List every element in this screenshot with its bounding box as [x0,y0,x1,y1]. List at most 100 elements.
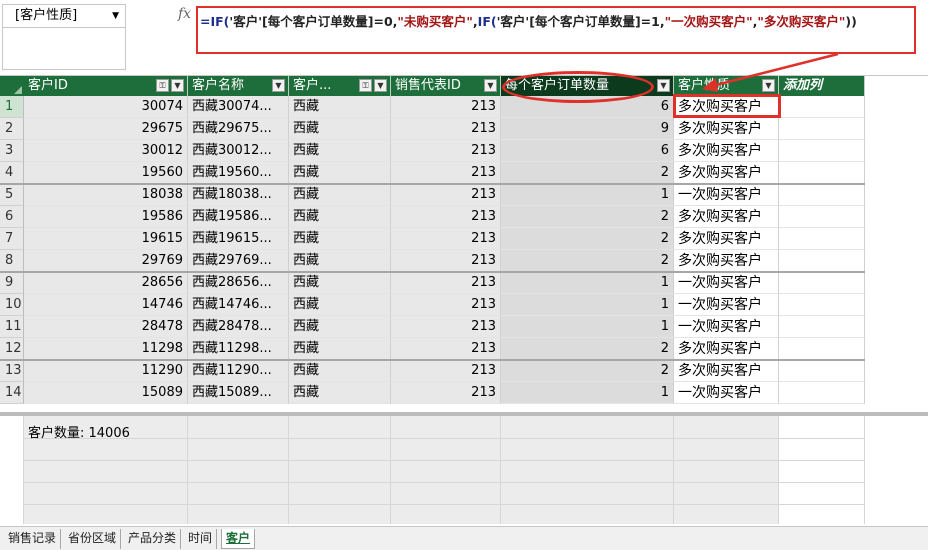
cell-customer-name[interactable]: 西藏29675... [188,118,289,140]
cell-sales-rep-id[interactable]: 213 [391,360,501,382]
cell-sales-rep-id[interactable]: 213 [391,382,501,404]
cell-sales-rep-id[interactable]: 213 [391,184,501,206]
cell-add-column[interactable] [779,140,865,162]
filter-dropdown-icon[interactable]: ▼ [762,79,775,92]
cell-customer-id[interactable]: 15089 [24,382,188,404]
cell-add-column[interactable] [779,272,865,294]
sheet-tab-product-categories[interactable]: 产品分类 [124,529,182,549]
cell-add-column[interactable] [779,360,865,382]
column-header-customer-name[interactable]: 客户名称 ▼ [188,76,289,96]
cell-add-column[interactable] [779,294,865,316]
cell-add-column[interactable] [779,382,865,404]
name-box[interactable]: [客户性质] ▼ [2,4,126,28]
cell-add-column[interactable] [779,316,865,338]
cell-add-column[interactable] [779,162,865,184]
cell-order-count[interactable]: 2 [501,360,674,382]
cell-customer-region[interactable]: 西藏 [289,96,391,118]
cell-customer-region[interactable]: 西藏 [289,228,391,250]
cell-add-column[interactable] [779,338,865,360]
measure-cell-sales-rep-id[interactable] [391,416,501,524]
column-header-customer-region[interactable]: 客户... ▼ ⚿ [289,76,391,96]
filter-dropdown-icon[interactable]: ▼ [171,79,184,92]
row-number[interactable]: 4 [0,162,24,184]
cell-customer-region[interactable]: 西藏 [289,272,391,294]
cell-customer-type[interactable]: 多次购买客户 [674,162,779,184]
filter-dropdown-icon[interactable]: ▼ [272,79,285,92]
cell-order-count[interactable]: 2 [501,338,674,360]
sheet-tab-time[interactable]: 时间 [184,529,218,549]
column-header-add-column[interactable]: 添加列 [779,76,865,96]
cell-sales-rep-id[interactable]: 213 [391,250,501,272]
cell-customer-type[interactable]: 一次购买客户 [674,272,779,294]
cell-sales-rep-id[interactable]: 213 [391,96,501,118]
cell-customer-type[interactable]: 一次购买客户 [674,294,779,316]
cell-customer-type[interactable]: 多次购买客户 [674,228,779,250]
measure-cell-customer-region[interactable] [289,416,391,524]
row-number[interactable]: 13 [0,360,24,382]
cell-sales-rep-id[interactable]: 213 [391,338,501,360]
measure-cell-order-count[interactable] [501,416,674,524]
cell-add-column[interactable] [779,118,865,140]
cell-sales-rep-id[interactable]: 213 [391,206,501,228]
measure-cell-add-column[interactable] [779,416,865,524]
cell-customer-id[interactable]: 11290 [24,360,188,382]
cell-customer-id[interactable]: 28478 [24,316,188,338]
row-number[interactable]: 12 [0,338,24,360]
cell-customer-region[interactable]: 西藏 [289,316,391,338]
cell-sales-rep-id[interactable]: 213 [391,162,501,184]
column-header-customer-id[interactable]: 客户ID ▼ ⚿ [24,76,188,96]
cell-customer-id[interactable]: 29675 [24,118,188,140]
cell-customer-name[interactable]: 西藏14746... [188,294,289,316]
sheet-tab-sales-records[interactable]: 销售记录 [4,529,62,549]
row-number[interactable]: 10 [0,294,24,316]
cell-customer-id[interactable]: 14746 [24,294,188,316]
cell-add-column[interactable] [779,184,865,206]
row-number[interactable]: 9 [0,272,24,294]
cell-customer-id[interactable]: 29769 [24,250,188,272]
cell-customer-name[interactable]: 西藏30012... [188,140,289,162]
cell-customer-name[interactable]: 西藏11298... [188,338,289,360]
sheet-tab-province-regions[interactable]: 省份区域 [64,529,122,549]
cell-customer-region[interactable]: 西藏 [289,382,391,404]
cell-order-count[interactable]: 1 [501,272,674,294]
cell-customer-type[interactable]: 一次购买客户 [674,316,779,338]
select-all-corner[interactable] [0,76,24,96]
cell-customer-region[interactable]: 西藏 [289,294,391,316]
measure-customer-count[interactable]: 客户数量: 14006 [28,422,130,441]
cell-customer-region[interactable]: 西藏 [289,184,391,206]
fx-icon[interactable]: fx [178,6,191,22]
filter-dropdown-icon[interactable]: ▼ [374,79,387,92]
cell-customer-type[interactable]: 多次购买客户 [674,338,779,360]
cell-sales-rep-id[interactable]: 213 [391,272,501,294]
cell-customer-name[interactable]: 西藏19560... [188,162,289,184]
row-number[interactable]: 5 [0,184,24,206]
cell-order-count[interactable]: 1 [501,316,674,338]
cell-customer-type[interactable]: 多次购买客户 [674,206,779,228]
cell-customer-name[interactable]: 西藏19615... [188,228,289,250]
cell-customer-id[interactable]: 30012 [24,140,188,162]
sheet-tab-customers[interactable]: 客户 [221,529,256,549]
cell-customer-name[interactable]: 西藏18038... [188,184,289,206]
cell-customer-region[interactable]: 西藏 [289,250,391,272]
row-number[interactable]: 6 [0,206,24,228]
chevron-down-icon[interactable]: ▼ [112,5,119,27]
cell-customer-type[interactable]: 一次购买客户 [674,184,779,206]
cell-customer-type[interactable]: 多次购买客户 [674,118,779,140]
cell-customer-id[interactable]: 19560 [24,162,188,184]
cell-customer-name[interactable]: 西藏19586... [188,206,289,228]
cell-customer-region[interactable]: 西藏 [289,338,391,360]
cell-customer-name[interactable]: 西藏11290... [188,360,289,382]
column-header-sales-rep-id[interactable]: 销售代表ID ▼ [391,76,501,96]
cell-customer-id[interactable]: 28656 [24,272,188,294]
measure-cell-customer-type[interactable] [674,416,779,524]
cell-customer-id[interactable]: 11298 [24,338,188,360]
cell-sales-rep-id[interactable]: 213 [391,294,501,316]
cell-order-count[interactable]: 1 [501,294,674,316]
cell-order-count[interactable]: 2 [501,162,674,184]
cell-customer-name[interactable]: 西藏28656... [188,272,289,294]
measure-cell-customer-name[interactable] [188,416,289,524]
cell-customer-region[interactable]: 西藏 [289,206,391,228]
cell-customer-region[interactable]: 西藏 [289,140,391,162]
cell-customer-region[interactable]: 西藏 [289,118,391,140]
cell-customer-id[interactable]: 19586 [24,206,188,228]
